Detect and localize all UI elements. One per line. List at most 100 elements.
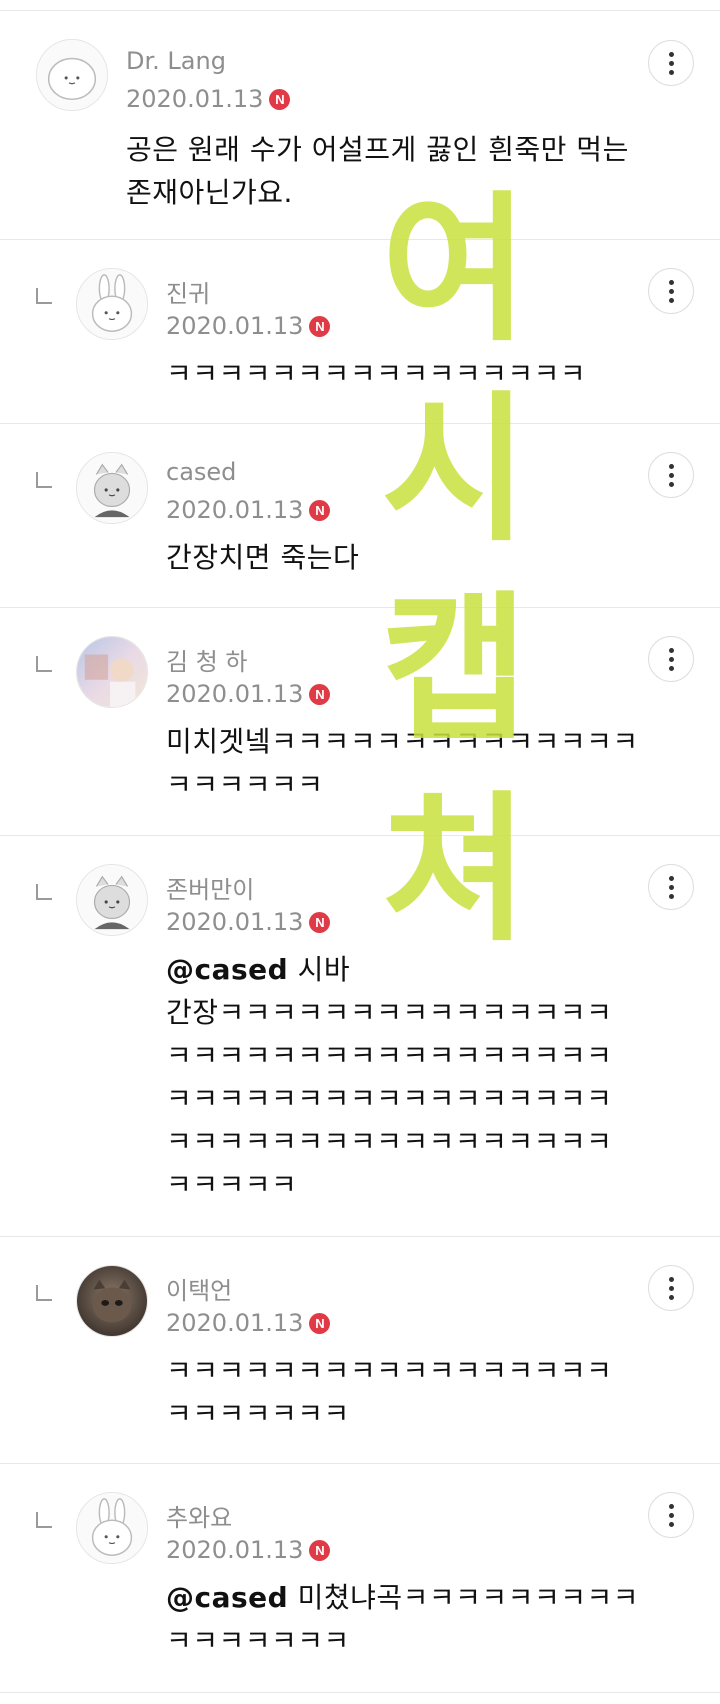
dot-icon [668,60,674,66]
reply-arrow-icon [36,1512,52,1528]
dot-icon [668,279,674,285]
reply-arrow-icon [36,656,52,672]
cat-avatar[interactable] [76,452,148,524]
more-options-button[interactable] [648,636,694,682]
comment-author[interactable]: 진귀 [166,274,210,309]
dot-icon [668,893,674,899]
comment-date: 2020.01.13 N [126,85,291,113]
comment-text-line: ㅋㅋㅋㅋㅋㅋㅋ [166,1624,350,1657]
dot-icon [668,463,674,469]
new-badge: N [309,499,331,521]
comment-text-line: ㅋㅋㅋㅋㅋㅋㅋ [166,1397,350,1430]
comment-date: 2020.01.13 N [166,1309,331,1337]
comment-author[interactable]: 김 청 하 [166,642,248,677]
reply-item: 김 청 하 2020.01.13 N 미치겟넼ㅋㅋㅋㅋㅋㅋㅋㅋㅋㅋㅋㅋㅋㅋ ㅋㅋ… [0,608,720,835]
comment-text: 간장치면 죽는다 [166,536,359,579]
reply-item: 진귀 2020.01.13 N ㅋㅋㅋㅋㅋㅋㅋㅋㅋㅋㅋㅋㅋㅋㅋㅋ [0,240,720,423]
comment-text-line: ㅋㅋㅋㅋㅋㅋㅋㅋㅋㅋㅋㅋㅋㅋㅋㅋㅋ [166,1039,613,1072]
comment-text: ㅋㅋㅋㅋㅋㅋㅋㅋㅋㅋㅋㅋㅋㅋㅋㅋㅋ ㅋㅋㅋㅋㅋㅋㅋ [166,1349,612,1435]
comment-date-text: 2020.01.13 [166,908,304,936]
divider [0,1692,720,1693]
comment-text-line: 미치겟넼ㅋㅋㅋㅋㅋㅋㅋㅋㅋㅋㅋㅋㅋㅋ [166,725,639,758]
comment-author[interactable]: Dr. Lang [126,47,226,75]
comment-author[interactable]: 이택언 [166,1271,232,1306]
comment-date-text: 2020.01.13 [166,312,304,340]
comment-text-span: 시바 [288,953,351,986]
comment-date-text: 2020.01.13 [166,1536,304,1564]
comment-date: 2020.01.13 N [166,496,331,524]
comment-date-text: 2020.01.13 [166,496,304,524]
comment-text: 공은 원래 수가 어설프게 끓인 흰죽만 먹는 존재아닌가요. [126,128,629,214]
more-options-button[interactable] [648,268,694,314]
comment-text-line: ㅋㅋㅋㅋㅋ [166,1168,298,1201]
dot-icon [668,288,674,294]
comment-date: 2020.01.13 N [166,908,331,936]
new-badge: N [309,315,331,337]
dot-icon [668,656,674,662]
more-options-button[interactable] [648,1265,694,1311]
more-options-button[interactable] [648,452,694,498]
comment-text-line: ㅋㅋㅋㅋㅋㅋㅋㅋㅋㅋㅋㅋㅋㅋㅋㅋㅋ [166,1125,613,1158]
comment-text-span: 미쳤냐곡ㅋㅋㅋㅋㅋㅋㅋㅋㅋ [288,1581,639,1614]
rabbit-avatar[interactable] [76,268,148,340]
dot-icon [668,875,674,881]
comment-text-line: 존재아닌가요. [126,176,293,209]
comment-text-line: ㅋㅋㅋㅋㅋㅋㅋㅋㅋㅋㅋㅋㅋㅋㅋㅋㅋ [166,1354,613,1387]
comment-date: 2020.01.13 N [166,312,331,340]
dot-icon [668,1285,674,1291]
mention-link[interactable]: @cased [166,953,288,986]
comment-text: ㅋㅋㅋㅋㅋㅋㅋㅋㅋㅋㅋㅋㅋㅋㅋㅋ [166,352,586,395]
reply-item: 추와요 2020.01.13 N @cased 미쳤냐곡ㅋㅋㅋㅋㅋㅋㅋㅋㅋ ㅋㅋ… [0,1464,720,1692]
more-options-button[interactable] [648,1492,694,1538]
new-badge: N [309,683,331,705]
photo-avatar[interactable] [76,636,148,708]
comment-text-line: @cased 미쳤냐곡ㅋㅋㅋㅋㅋㅋㅋㅋㅋ [166,1576,639,1619]
dot-icon [668,1521,674,1527]
bear-avatar[interactable] [36,39,108,111]
new-badge: N [309,1312,331,1334]
more-options-button[interactable] [648,864,694,910]
dot-icon [668,481,674,487]
comment-text: @cased 시바 간장ㅋㅋㅋㅋㅋㅋㅋㅋㅋㅋㅋㅋㅋㅋㅋ ㅋㅋㅋㅋㅋㅋㅋㅋㅋㅋㅋㅋ… [166,948,612,1206]
comment-date: 2020.01.13 N [166,1536,331,1564]
dot-icon [668,884,674,890]
comment-text-line: ㅋㅋㅋㅋㅋㅋ [166,768,324,801]
comment-date-text: 2020.01.13 [166,1309,304,1337]
dot-icon [668,1276,674,1282]
cat-photo-avatar[interactable] [76,1265,148,1337]
reply-arrow-icon [36,472,52,488]
new-badge: N [269,88,291,110]
dot-icon [668,69,674,75]
comment-author[interactable]: 추와요 [166,1498,232,1533]
new-badge: N [309,911,331,933]
dot-icon [668,51,674,57]
comment-text-line: 간장치면 죽는다 [166,541,360,574]
reply-item: cased 2020.01.13 N 간장치면 죽는다 [0,424,720,607]
comment-text-line: @cased 시바 [166,948,612,991]
new-badge: N [309,1539,331,1561]
mention-link[interactable]: @cased [166,1581,288,1614]
rabbit-avatar[interactable] [76,1492,148,1564]
comment-text-line: ㅋㅋㅋㅋㅋㅋㅋㅋㅋㅋㅋㅋㅋㅋㅋㅋ [166,357,587,390]
comment-date: 2020.01.13 N [166,680,331,708]
dot-icon [668,1503,674,1509]
comment-text: @cased 미쳤냐곡ㅋㅋㅋㅋㅋㅋㅋㅋㅋ ㅋㅋㅋㅋㅋㅋㅋ [166,1576,639,1662]
comment-date-text: 2020.01.13 [126,85,264,113]
dot-icon [668,472,674,478]
comment-author[interactable]: 존버만이 [166,870,254,905]
comment-author[interactable]: cased [166,458,236,486]
cat-avatar[interactable] [76,864,148,936]
dot-icon [668,1294,674,1300]
comment-date-text: 2020.01.13 [166,680,304,708]
more-options-button[interactable] [648,40,694,86]
dot-icon [668,647,674,653]
dot-icon [668,1512,674,1518]
reply-item: 존버만이 2020.01.13 N @cased 시바 간장ㅋㅋㅋㅋㅋㅋㅋㅋㅋㅋ… [0,836,720,1236]
reply-arrow-icon [36,884,52,900]
reply-arrow-icon [36,288,52,304]
reply-arrow-icon [36,1285,52,1301]
comment-item: Dr. Lang 2020.01.13 N 공은 원래 수가 어설프게 끓인 흰… [0,11,720,239]
comment-text-line: ㅋㅋㅋㅋㅋㅋㅋㅋㅋㅋㅋㅋㅋㅋㅋㅋㅋ [166,1082,613,1115]
comment-text: 미치겟넼ㅋㅋㅋㅋㅋㅋㅋㅋㅋㅋㅋㅋㅋㅋ ㅋㅋㅋㅋㅋㅋ [166,720,639,806]
reply-item: 이택언 2020.01.13 N ㅋㅋㅋㅋㅋㅋㅋㅋㅋㅋㅋㅋㅋㅋㅋㅋㅋ ㅋㅋㅋㅋㅋ… [0,1237,720,1463]
